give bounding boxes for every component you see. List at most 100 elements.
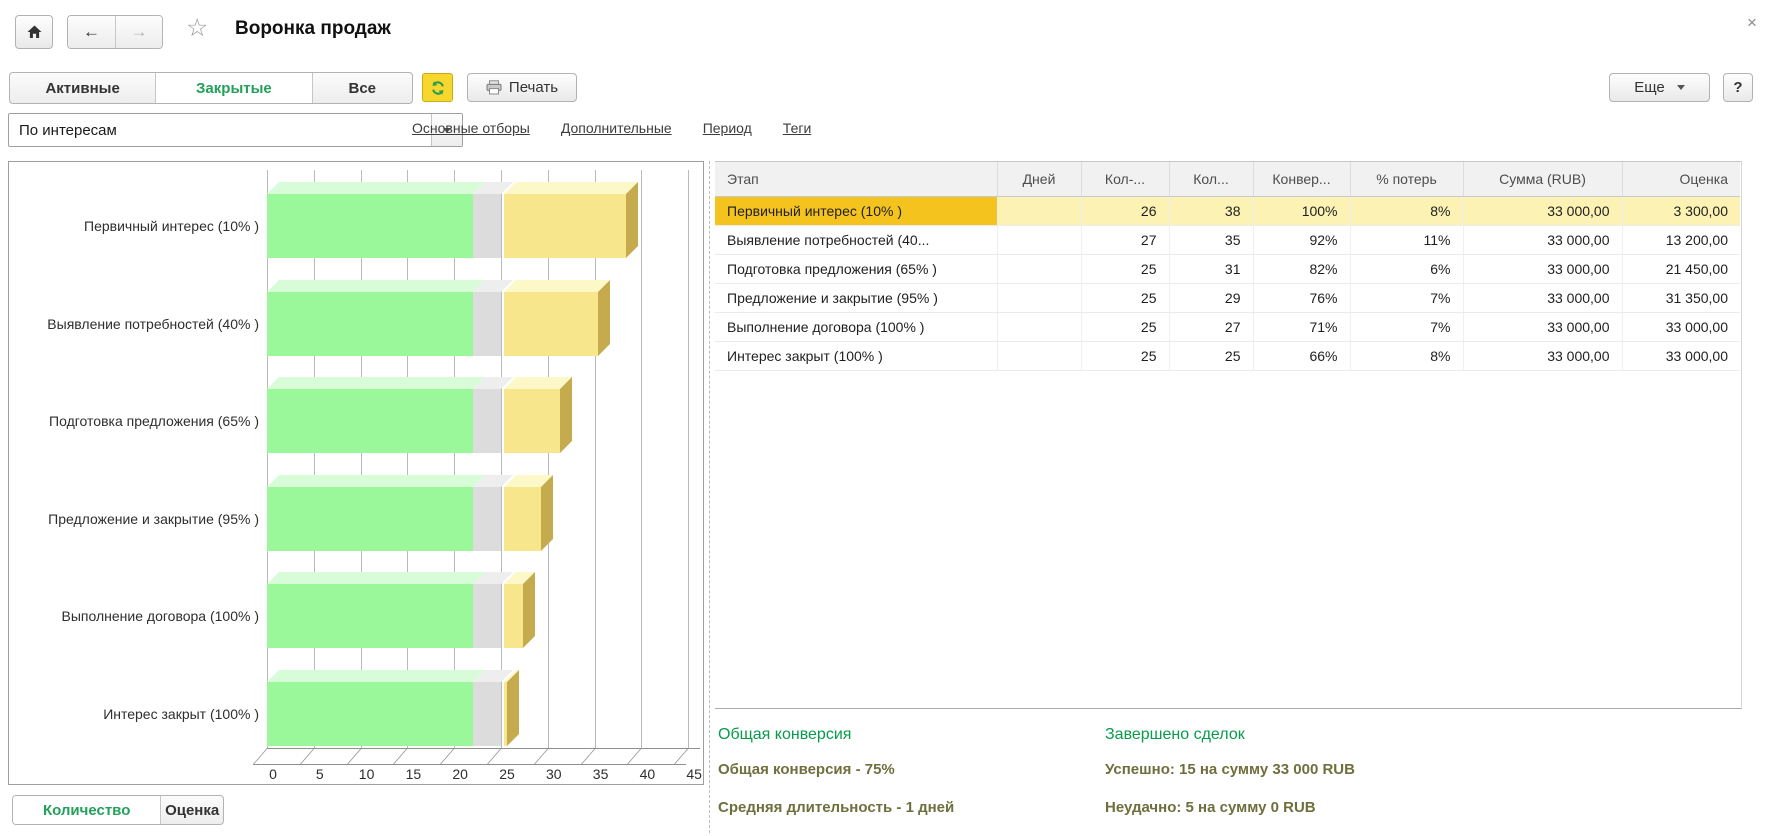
- help-button[interactable]: ?: [1723, 73, 1753, 102]
- table-cell[interactable]: 33 000,00: [1463, 197, 1622, 226]
- x-axis-tick: [581, 748, 596, 764]
- table-cell[interactable]: [997, 342, 1081, 371]
- favorite-star-icon[interactable]: ☆: [186, 16, 208, 41]
- table-cell[interactable]: 33 000,00: [1622, 313, 1740, 342]
- x-axis-tick: [487, 748, 502, 764]
- table-cell[interactable]: Первичный интерес (10% ): [715, 197, 997, 226]
- back-button[interactable]: ←: [68, 16, 116, 48]
- funnel-bar[interactable]: [267, 182, 707, 258]
- link-period[interactable]: Период: [703, 120, 752, 136]
- table-cell[interactable]: 100%: [1253, 197, 1350, 226]
- x-axis-tick-label: 35: [581, 766, 621, 782]
- table-cell[interactable]: 31: [1169, 255, 1253, 284]
- table-cell[interactable]: 33 000,00: [1463, 226, 1622, 255]
- link-main-filters[interactable]: Основные отборы: [412, 120, 530, 136]
- table-cell[interactable]: 29: [1169, 284, 1253, 313]
- funnel-bar[interactable]: [267, 377, 707, 453]
- tab-active-deals[interactable]: Активные: [10, 73, 156, 103]
- tab-label: Закрытые: [196, 80, 272, 97]
- table-row[interactable]: Интерес закрыт (100% )252566%8%33 000,00…: [715, 342, 1740, 371]
- table-cell[interactable]: 3 300,00: [1622, 197, 1740, 226]
- funnel-bar[interactable]: [267, 572, 707, 648]
- table-row[interactable]: Выявление потребностей (40... 273592%11%3…: [715, 226, 1740, 255]
- bar-segment-yellow: [504, 487, 541, 551]
- table-cell[interactable]: 33 000,00: [1463, 255, 1622, 284]
- table-row[interactable]: Предложение и закрытие (95% ) 252976%7%33…: [715, 284, 1740, 313]
- tab-label: Количество: [43, 802, 130, 819]
- tab-closed-deals[interactable]: Закрытые: [156, 73, 312, 103]
- table-cell[interactable]: 66%: [1253, 342, 1350, 371]
- table-cell[interactable]: Выявление потребностей (40...: [715, 226, 997, 255]
- table-cell[interactable]: 38: [1169, 197, 1253, 226]
- tab-label: Оценка: [165, 802, 219, 819]
- table-cell[interactable]: 8%: [1350, 342, 1463, 371]
- forward-button[interactable]: →: [116, 16, 162, 48]
- table-cell[interactable]: 33 000,00: [1463, 342, 1622, 371]
- table-cell[interactable]: 25: [1081, 342, 1169, 371]
- x-axis-tick-label: 15: [393, 766, 433, 782]
- column-header[interactable]: Конвер...: [1253, 162, 1350, 197]
- print-button[interactable]: Печать: [467, 73, 577, 102]
- table-row[interactable]: Подготовка предложения (65% ) 253182%6%33…: [715, 255, 1740, 284]
- link-tags[interactable]: Теги: [783, 120, 811, 136]
- panel-splitter[interactable]: [709, 161, 711, 833]
- table-cell[interactable]: 25: [1081, 255, 1169, 284]
- table-cell[interactable]: 82%: [1253, 255, 1350, 284]
- table-cell[interactable]: 35: [1169, 226, 1253, 255]
- refresh-button[interactable]: [422, 73, 453, 102]
- table-cell[interactable]: 92%: [1253, 226, 1350, 255]
- column-header[interactable]: Кол...: [1169, 162, 1253, 197]
- table-cell[interactable]: 7%: [1350, 284, 1463, 313]
- table-cell[interactable]: 31 350,00: [1622, 284, 1740, 313]
- column-header[interactable]: Дней: [997, 162, 1081, 197]
- table-cell[interactable]: 13 200,00: [1622, 226, 1740, 255]
- stages-table: ЭтапДнейКол-...Кол...Конвер...% потерьСу…: [715, 162, 1740, 371]
- table-cell[interactable]: [997, 255, 1081, 284]
- table-cell[interactable]: 33 000,00: [1463, 313, 1622, 342]
- close-icon[interactable]: ×: [1747, 13, 1757, 33]
- table-cell[interactable]: 33 000,00: [1463, 284, 1622, 313]
- tab-estimate[interactable]: Оценка: [161, 796, 223, 824]
- table-cell[interactable]: 25: [1081, 284, 1169, 313]
- table-cell[interactable]: 25: [1169, 342, 1253, 371]
- tab-quantity[interactable]: Количество: [13, 796, 161, 824]
- table-row[interactable]: Первичный интерес (10% ) 2638100%8%33 000…: [715, 197, 1740, 226]
- column-header[interactable]: Кол-...: [1081, 162, 1169, 197]
- table-cell[interactable]: 27: [1081, 226, 1169, 255]
- table-cell[interactable]: [997, 197, 1081, 226]
- table-cell[interactable]: Предложение и закрытие (95% ): [715, 284, 997, 313]
- more-button[interactable]: Еще: [1609, 73, 1710, 102]
- table-cell[interactable]: Интерес закрыт (100% ): [715, 342, 997, 371]
- funnel-bar[interactable]: [267, 475, 707, 551]
- table-cell[interactable]: [997, 226, 1081, 255]
- column-header[interactable]: Сумма (RUB): [1463, 162, 1622, 197]
- table-cell[interactable]: 6%: [1350, 255, 1463, 284]
- home-button[interactable]: [15, 15, 53, 49]
- table-cell[interactable]: 27: [1169, 313, 1253, 342]
- bar-top-yellow: [504, 280, 610, 292]
- table-cell[interactable]: 76%: [1253, 284, 1350, 313]
- funnel-bar[interactable]: [267, 670, 707, 746]
- table-cell[interactable]: 33 000,00: [1622, 342, 1740, 371]
- table-cell[interactable]: [997, 313, 1081, 342]
- table-cell[interactable]: 25: [1081, 313, 1169, 342]
- printer-icon: [486, 80, 502, 95]
- column-header[interactable]: % потерь: [1350, 162, 1463, 197]
- link-additional-filters[interactable]: Дополнительные: [561, 120, 672, 136]
- funnel-bar[interactable]: [267, 280, 707, 356]
- table-row[interactable]: Выполнение договора (100% )252771%7%33 0…: [715, 313, 1740, 342]
- table-cell[interactable]: Подготовка предложения (65% ): [715, 255, 997, 284]
- tab-all-deals[interactable]: Все: [313, 73, 413, 103]
- table-cell[interactable]: 26: [1081, 197, 1169, 226]
- column-header[interactable]: Этап: [715, 162, 997, 197]
- table-cell[interactable]: 8%: [1350, 197, 1463, 226]
- view-selector-combobox[interactable]: По интересам: [8, 113, 463, 147]
- summary-unsuccessful: Неудачно: 5 на сумму 0 RUB: [1105, 799, 1316, 816]
- table-cell[interactable]: 21 450,00: [1622, 255, 1740, 284]
- table-cell[interactable]: 71%: [1253, 313, 1350, 342]
- table-cell[interactable]: [997, 284, 1081, 313]
- table-cell[interactable]: 7%: [1350, 313, 1463, 342]
- table-cell[interactable]: Выполнение договора (100% ): [715, 313, 997, 342]
- table-cell[interactable]: 11%: [1350, 226, 1463, 255]
- column-header[interactable]: Оценка: [1622, 162, 1740, 197]
